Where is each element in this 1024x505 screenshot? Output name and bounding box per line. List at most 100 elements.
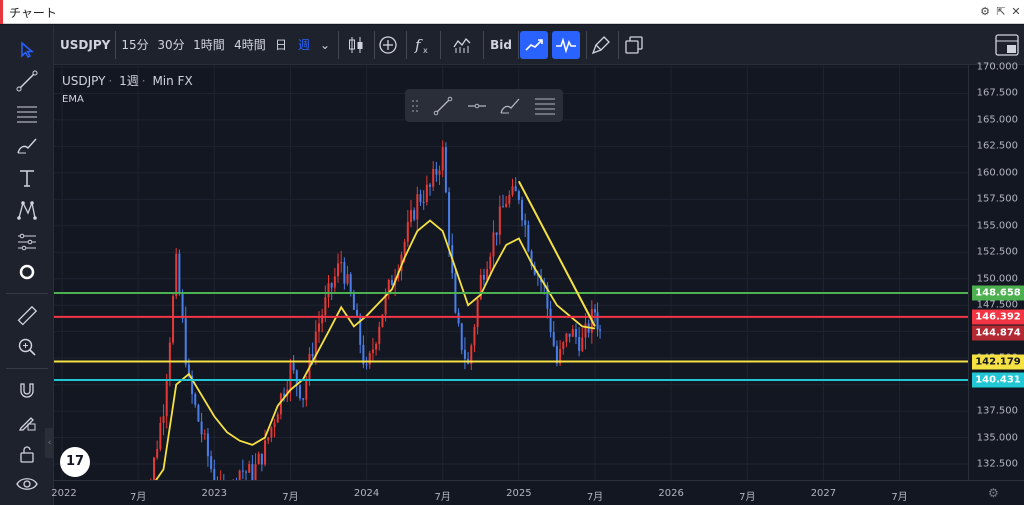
float-trendline-icon[interactable] — [431, 93, 455, 118]
price-type-bid[interactable]: Bid — [487, 33, 515, 57]
float-fib-icon[interactable] — [533, 93, 557, 118]
interval-1h[interactable]: 1時間 — [191, 33, 227, 57]
candle — [371, 349, 374, 354]
candle — [254, 464, 257, 480]
indicators-fx-icon[interactable]: fx — [408, 31, 436, 59]
candle — [346, 274, 349, 284]
interval-15m[interactable]: 15分 — [120, 33, 150, 57]
candle — [184, 318, 187, 365]
price-line-badge: 144.874 — [972, 325, 1024, 341]
price-chart[interactable] — [54, 65, 968, 480]
chart-pane[interactable]: USDJPY · 1週 · Min FX EMA 17 170.000 167.500… — [51, 62, 1024, 505]
paintbrush-icon[interactable] — [587, 31, 615, 59]
ruler-icon[interactable] — [12, 303, 42, 329]
float-brush-icon[interactable] — [498, 93, 522, 118]
candle — [162, 416, 165, 423]
time-axis[interactable]: 2022 7月 2023 7月 2024 7月 2025 7月 2026 7月 2027 7月 — [51, 480, 1024, 505]
candle-type-icon[interactable] — [342, 31, 370, 59]
eye-icon[interactable] — [12, 471, 42, 497]
legend-indicator-ema[interactable]: EMA — [62, 94, 84, 105]
cursor-icon[interactable] — [12, 37, 42, 63]
interval-dropdown-icon[interactable]: ⌄ — [318, 33, 332, 57]
copy-layout-icon[interactable] — [620, 31, 648, 59]
time-tick-label: 7月 — [282, 492, 299, 503]
candle — [568, 333, 571, 337]
shape-circle-icon[interactable] — [12, 259, 42, 285]
axis-settings-icon[interactable]: ⚙ — [988, 486, 999, 500]
candle — [501, 206, 504, 208]
toolbar-divider — [6, 293, 48, 294]
toolbar-divider — [518, 31, 519, 59]
candle — [356, 309, 359, 316]
price-line-badge: 140.431 — [972, 372, 1024, 388]
trend-chart-icon[interactable] — [520, 31, 548, 59]
candle — [378, 326, 381, 344]
trendline-tool-icon[interactable] — [12, 68, 42, 94]
multi-chart-layout-icon[interactable] — [992, 30, 1022, 60]
candle — [416, 194, 419, 220]
legend-source: Min FX — [152, 74, 193, 88]
candle — [422, 201, 425, 203]
zoom-in-icon[interactable] — [12, 334, 42, 360]
candle — [267, 437, 270, 441]
tradingview-logo[interactable]: 17 — [60, 447, 90, 477]
candle — [565, 333, 568, 343]
lock-icon[interactable] — [12, 441, 42, 467]
toolbar-divider — [115, 31, 116, 59]
candle — [264, 440, 267, 465]
lock-drawing-edit-icon[interactable] — [12, 409, 42, 435]
time-tick-label: 2022 — [51, 488, 77, 499]
pattern-tool-icon[interactable] — [12, 197, 42, 223]
chart-legend: USDJPY · 1週 · Min FX — [62, 74, 193, 88]
candle — [492, 232, 495, 257]
add-compare-icon[interactable] — [374, 31, 402, 59]
svg-text:x: x — [423, 46, 428, 55]
pulse-chart-icon[interactable] — [552, 31, 580, 59]
collapse-toolbar-handle[interactable]: ‹ — [45, 428, 54, 458]
candle — [181, 293, 184, 319]
symbol-search-button[interactable]: USDJPY — [60, 33, 110, 57]
toolbar-divider — [483, 31, 484, 59]
settings-icon[interactable]: ⚙ — [978, 5, 992, 19]
price-axis[interactable]: 170.000 167.500 165.000 162.500 160.000 157.5… — [968, 62, 1024, 480]
time-tick-label: 2023 — [201, 488, 228, 499]
svg-text:f: f — [414, 36, 423, 54]
interval-4h[interactable]: 4時間 — [232, 33, 268, 57]
time-tick-label: 7月 — [739, 492, 756, 503]
candle — [495, 232, 498, 235]
price-tick-label: 157.500 — [976, 193, 1018, 205]
text-tool-icon[interactable] — [12, 165, 42, 191]
legend-interval: 1週 — [119, 74, 139, 88]
titlebar-accent — [0, 0, 3, 24]
time-tick-label: 2024 — [353, 488, 380, 499]
candle — [457, 312, 460, 324]
fib-retracement-icon[interactable] — [12, 101, 42, 127]
toolbar-divider — [406, 31, 407, 59]
brush-icon[interactable] — [12, 133, 42, 159]
candle — [562, 342, 565, 349]
candle — [238, 470, 241, 480]
candle — [327, 283, 330, 298]
prediction-tool-icon[interactable] — [12, 229, 42, 255]
float-horizontal-ray-icon[interactable] — [465, 93, 489, 118]
interval-day[interactable]: 日 — [273, 33, 289, 57]
candle — [203, 433, 206, 435]
candle — [156, 448, 159, 458]
close-icon[interactable]: ✕ — [1009, 5, 1023, 19]
candle — [317, 323, 320, 332]
drag-handle-icon[interactable] — [409, 93, 421, 118]
price-tick-label: 137.500 — [976, 405, 1018, 417]
candle — [517, 191, 520, 200]
candle — [213, 469, 216, 480]
price-line-badge: 142.179 — [972, 354, 1024, 370]
popout-icon[interactable]: ⇱ — [994, 5, 1008, 19]
interval-30m[interactable]: 30分 — [155, 33, 187, 57]
candle — [413, 210, 416, 220]
toolbar-divider — [440, 31, 441, 59]
candle — [343, 262, 346, 284]
candle — [270, 427, 273, 438]
interval-week[interactable]: 週 — [295, 33, 313, 57]
magnet-icon[interactable] — [12, 377, 42, 403]
candle — [248, 464, 251, 473]
indicator-templates-icon[interactable] — [448, 31, 476, 59]
